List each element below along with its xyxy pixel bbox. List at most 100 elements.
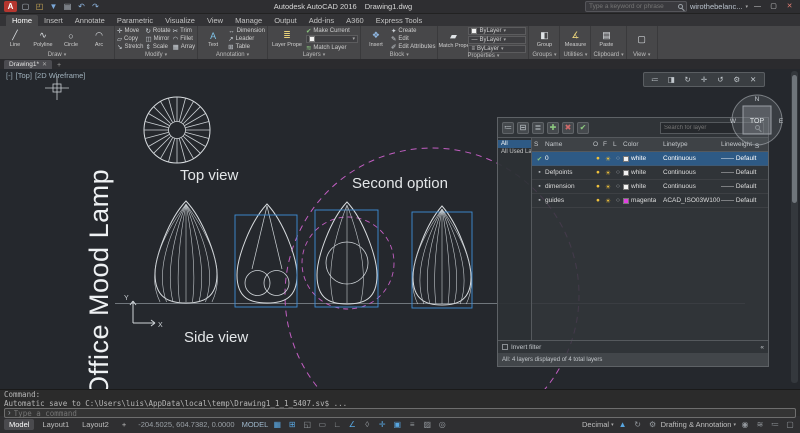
- panel-label-utilities[interactable]: Utilities ▾: [562, 51, 588, 59]
- close-icon[interactable]: ✕: [748, 74, 759, 85]
- ribbon-tab-parametric[interactable]: Parametric: [111, 15, 159, 26]
- layer-lock-icon[interactable]: ○: [613, 155, 623, 162]
- layer-freeze-icon[interactable]: ☀: [603, 155, 613, 163]
- layout2-tab[interactable]: Layout2: [77, 419, 114, 430]
- edit-block-button[interactable]: ✎ Edit: [391, 36, 435, 43]
- graphics-performance-icon[interactable]: ≋: [754, 419, 766, 431]
- settings-icon[interactable]: ⚙: [731, 74, 742, 85]
- lineweight-dropdown[interactable]: ≡ ByLayer ▾: [468, 45, 527, 53]
- ribbon-tab-visualize[interactable]: Visualize: [159, 15, 201, 26]
- ribbon-tab-home[interactable]: Home: [6, 15, 39, 26]
- selection-cycling-icon[interactable]: ◎: [436, 419, 448, 431]
- viewport-menu-control[interactable]: [-]: [6, 71, 13, 80]
- panel-label-groups[interactable]: Groups ▾: [531, 51, 557, 59]
- collapse-tree-icon[interactable]: «: [760, 344, 764, 351]
- save-icon[interactable]: ▼: [48, 1, 59, 12]
- layer-on-icon[interactable]: ●: [593, 155, 603, 162]
- new-layer-icon[interactable]: ✚: [547, 121, 559, 134]
- close-button[interactable]: ✕: [783, 1, 796, 12]
- refresh-icon[interactable]: ↻: [682, 74, 693, 85]
- ribbon-tab-annotate[interactable]: Annotate: [69, 15, 111, 26]
- line-button[interactable]: ╱ Line: [2, 30, 28, 48]
- make-current-button[interactable]: ✔ Make Current: [306, 27, 358, 35]
- new-drawing-tab-button[interactable]: +: [54, 62, 64, 69]
- ribbon-tab-output[interactable]: Output: [268, 15, 303, 26]
- customization-icon[interactable]: ≔: [769, 419, 781, 431]
- pan-icon[interactable]: ✛: [699, 74, 710, 85]
- paste-button[interactable]: ▤ Paste: [593, 30, 619, 48]
- match-properties-button[interactable]: ▰Match Properties: [438, 31, 468, 49]
- drawing-canvas[interactable]: Y X [-] [Top] [2D Wireframe] Office Mood…: [0, 69, 800, 389]
- object-snap-tracking-icon[interactable]: ✛: [376, 419, 388, 431]
- create-block-button[interactable]: ✦ Create: [391, 28, 435, 35]
- search-icon[interactable]: [677, 4, 683, 9]
- layer-states-icon[interactable]: ≣: [532, 121, 544, 134]
- ribbon-tab-addins[interactable]: Add-ins: [303, 15, 340, 26]
- array-button[interactable]: ▦ Array: [173, 44, 196, 51]
- panel-label-clipboard[interactable]: Clipboard ▾: [593, 51, 623, 59]
- transparency-icon[interactable]: ▨: [421, 419, 433, 431]
- move-button[interactable]: ✛ Move: [117, 28, 143, 35]
- panel-label-properties[interactable]: Properties ▾: [440, 53, 526, 59]
- stretch-button[interactable]: ↘ Stretch: [117, 44, 143, 51]
- polyline-button[interactable]: ∿ Polyline: [30, 30, 56, 48]
- new-group-filter-icon[interactable]: ⊟: [517, 121, 529, 134]
- search-input[interactable]: [588, 3, 675, 10]
- model-space-button[interactable]: MODEL: [242, 420, 269, 429]
- group-button[interactable]: ◧ Group: [531, 30, 557, 48]
- ribbon-tab-express-tools[interactable]: Express Tools: [370, 15, 429, 26]
- restore-button[interactable]: ▢: [767, 1, 780, 12]
- layer-dropdown[interactable]: ▾: [305, 35, 358, 43]
- undo-icon[interactable]: ↶: [76, 1, 87, 12]
- circle-button[interactable]: ○ Circle: [58, 31, 84, 48]
- layer-properties-button[interactable]: ≣Layer Properties: [270, 30, 304, 48]
- canvas-scrollbar[interactable]: [791, 71, 798, 383]
- layer-lock-icon[interactable]: ○: [613, 197, 623, 204]
- palette-menu-icon[interactable]: ≔: [649, 74, 660, 85]
- mirror-button[interactable]: ◫ Mirror: [145, 36, 170, 43]
- layer-color-swatch[interactable]: [623, 197, 629, 204]
- panel-label-block[interactable]: Block ▾: [363, 51, 435, 59]
- panel-label-view[interactable]: View ▾: [629, 51, 655, 59]
- copy-button[interactable]: ▱ Copy: [117, 36, 143, 43]
- autohide-icon[interactable]: ◨: [666, 74, 677, 85]
- layer-row[interactable]: ▪ guides ● ☀ ○ magenta ACAD_ISO03W100 ——…: [532, 194, 768, 208]
- units-dropdown[interactable]: Decimal ▾: [582, 420, 614, 429]
- infocenter-search[interactable]: [584, 1, 687, 12]
- layer-color-swatch[interactable]: [623, 183, 629, 190]
- redo-icon[interactable]: ↷: [90, 1, 101, 12]
- command-input[interactable]: [13, 408, 792, 418]
- linetype-dropdown[interactable]: — ByLayer ▾: [468, 36, 527, 44]
- minimize-button[interactable]: —: [751, 1, 764, 12]
- snap-icon[interactable]: ⊞: [286, 419, 298, 431]
- layer-on-icon[interactable]: ●: [593, 169, 603, 176]
- layer-freeze-icon[interactable]: ☀: [603, 183, 613, 191]
- edit-attributes-button[interactable]: ✐ Edit Attributes: [391, 44, 435, 51]
- color-dropdown[interactable]: ByLayer ▾: [468, 27, 527, 35]
- panel-label-layers[interactable]: Layers ▾: [270, 51, 358, 59]
- table-button[interactable]: ⊞ Table: [228, 44, 265, 51]
- match-layer-button[interactable]: ≋ Match Layer: [306, 44, 358, 52]
- lineweight-display-icon[interactable]: ≡: [406, 419, 418, 431]
- dynamic-input-icon[interactable]: ▭: [316, 419, 328, 431]
- object-snap-icon[interactable]: ▣: [391, 419, 403, 431]
- trim-button[interactable]: ✂ Trim: [173, 28, 196, 35]
- scale-button[interactable]: ⇕ Scale: [145, 44, 170, 51]
- ribbon-tab-insert[interactable]: Insert: [38, 15, 69, 26]
- viewport-view-control[interactable]: [Top]: [16, 71, 32, 80]
- viewcube[interactable]: TOP N W E S: [728, 91, 786, 149]
- layer-row[interactable]: ▪ dimension ● ☀ ○ white Continuous —— De…: [532, 180, 768, 194]
- layer-on-icon[interactable]: ●: [593, 183, 603, 190]
- infer-constraints-icon[interactable]: ◱: [301, 419, 313, 431]
- measure-button[interactable]: ∡ Measure: [562, 30, 588, 48]
- grid-icon[interactable]: ▦: [271, 419, 283, 431]
- view-tools-button[interactable]: ▢: [629, 34, 655, 45]
- dimension-button[interactable]: ↔ Dimension: [228, 28, 265, 35]
- clean-screen-icon[interactable]: ▢: [784, 419, 796, 431]
- account-label[interactable]: wirothebelanc...: [690, 2, 743, 11]
- scrollbar-thumb[interactable]: [792, 75, 797, 203]
- panel-label-annotation[interactable]: Annotation ▾: [200, 51, 265, 59]
- new-file-icon[interactable]: ▢: [20, 1, 31, 12]
- layer-freeze-icon[interactable]: ☀: [603, 197, 613, 205]
- account-caret-icon[interactable]: ▾: [745, 4, 748, 10]
